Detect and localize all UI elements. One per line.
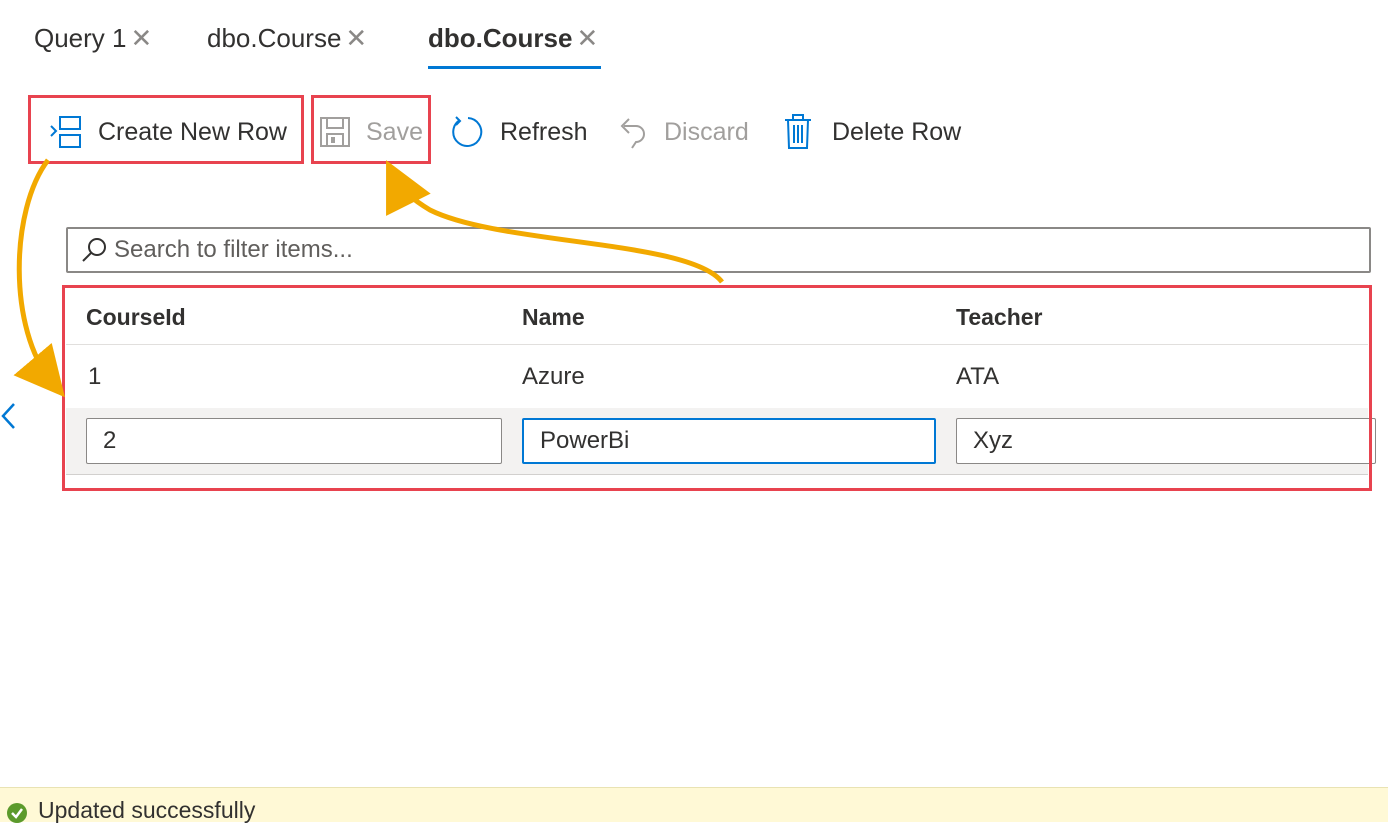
arrow-create-to-grid	[13, 158, 65, 398]
arrow-grid-to-save	[386, 160, 724, 284]
status-bar: Updated successfully	[0, 787, 1388, 823]
status-message: Updated successfully	[38, 797, 256, 823]
annotation-arrows	[13, 158, 724, 398]
